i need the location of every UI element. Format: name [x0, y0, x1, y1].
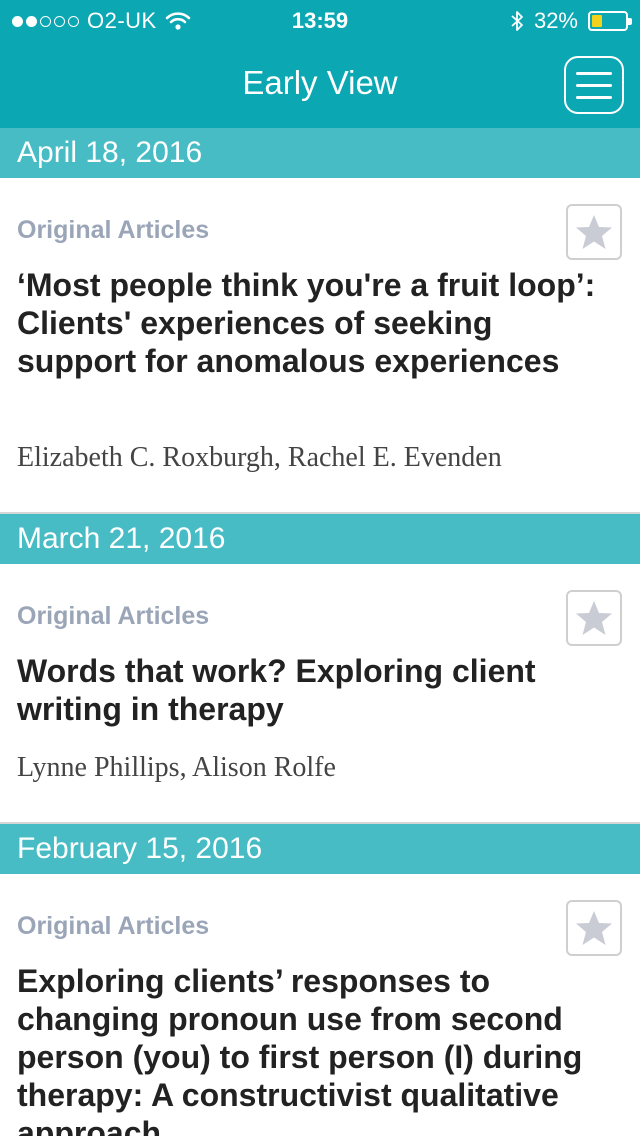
favorite-button[interactable]: [566, 900, 622, 956]
battery-percentage: 32%: [533, 8, 578, 33]
date-header: April 18, 2016: [0, 128, 640, 178]
page-title: Early View: [242, 64, 398, 101]
favorite-button[interactable]: [566, 590, 622, 646]
bluetooth-icon: [511, 11, 523, 31]
article-list: April 18, 2016 Original Articles ‘Most p…: [0, 128, 640, 1136]
article-item[interactable]: Original Articles ‘Most people think you…: [0, 178, 640, 514]
article-category: Original Articles: [17, 912, 210, 940]
article-title[interactable]: ‘Most people think you're a fruit loop’:…: [17, 266, 607, 380]
article-item[interactable]: Original Articles Words that work? Explo…: [0, 564, 640, 824]
date-header: February 15, 2016: [0, 824, 640, 874]
star-icon: [576, 911, 612, 945]
article-category: Original Articles: [17, 216, 210, 244]
article-authors: Elizabeth C. Roxburgh, Rachel E. Evenden: [17, 442, 502, 473]
battery-icon: [588, 11, 632, 31]
article-authors: Lynne Phillips, Alison Rolfe: [17, 752, 336, 783]
hamburger-menu-icon: [576, 71, 612, 75]
status-right: 32%: [510, 8, 632, 34]
favorite-button[interactable]: [566, 204, 622, 260]
article-title[interactable]: Exploring clients’ responses to changing…: [17, 962, 623, 1136]
star-icon: [576, 601, 612, 635]
top-bar: O2-UK 13:59 32% Early View: [0, 0, 640, 128]
date-header: March 21, 2016: [0, 514, 640, 564]
app-screen: O2-UK 13:59 32% Early View April 18, 201…: [0, 0, 640, 1136]
article-item[interactable]: Original Articles Exploring clients’ res…: [0, 874, 640, 1136]
star-icon: [576, 215, 612, 249]
menu-button[interactable]: [564, 56, 624, 114]
nav-bar: Early View: [0, 40, 640, 128]
article-title[interactable]: Words that work? Exploring client writin…: [17, 652, 537, 728]
status-bar: O2-UK 13:59 32%: [0, 0, 640, 40]
article-category: Original Articles: [17, 602, 210, 630]
